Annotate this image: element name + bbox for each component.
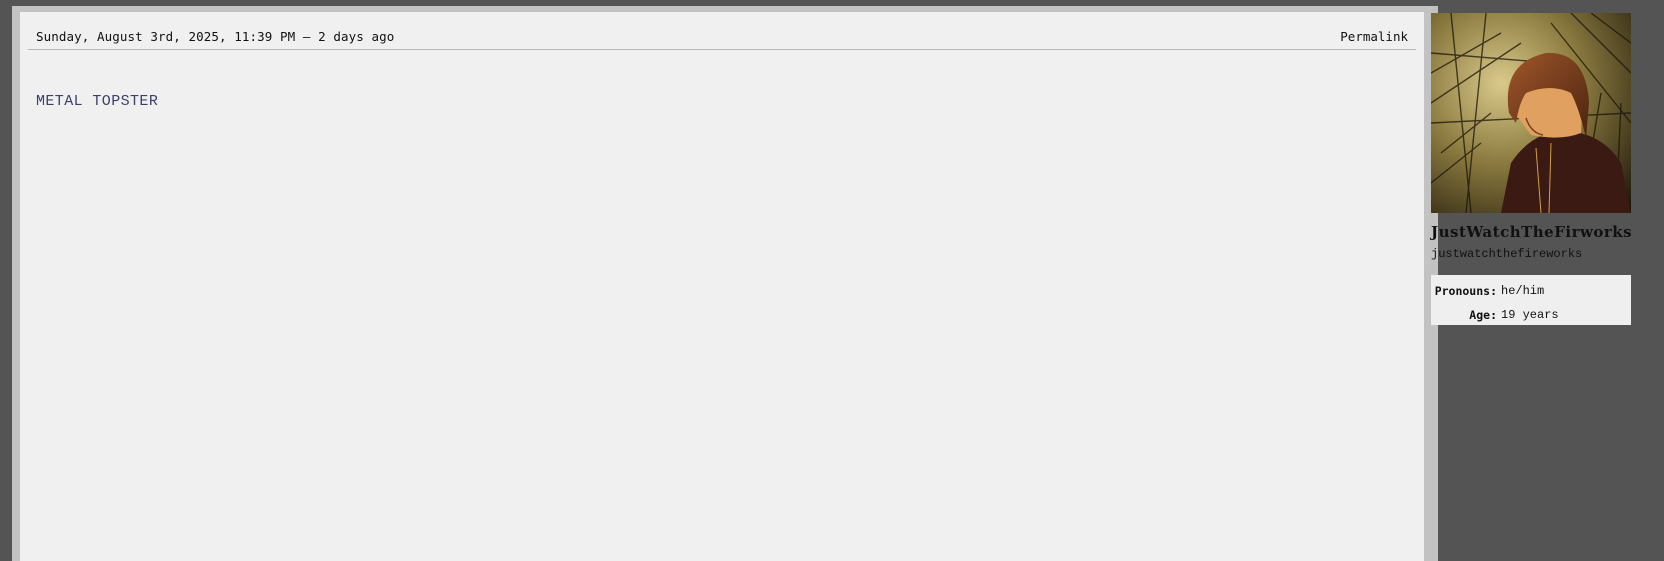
pronouns-value: he/him xyxy=(1501,284,1545,298)
avatar-image xyxy=(1431,13,1631,213)
info-row-age: Age: 19 years xyxy=(1431,303,1631,327)
age-label: Age: xyxy=(1469,308,1497,322)
profile-info-box: Pronouns: he/him Age: 19 years xyxy=(1431,275,1631,325)
post-body-text: METAL TOPSTER xyxy=(36,93,159,110)
username: justwatchthefireworks xyxy=(1431,247,1583,261)
pronouns-label: Pronouns: xyxy=(1434,284,1497,298)
permalink-link[interactable]: Permalink xyxy=(1340,29,1408,44)
post-card: Sunday, August 3rd, 2025, 11:39 PM — 2 d… xyxy=(20,12,1424,561)
profile-sidebar: JustWatchTheFirworks justwatchthefirewor… xyxy=(1431,13,1632,325)
display-name[interactable]: JustWatchTheFirworks xyxy=(1431,223,1632,241)
info-row-pronouns: Pronouns: he/him xyxy=(1431,279,1631,303)
post-timestamp: Sunday, August 3rd, 2025, 11:39 PM — 2 d… xyxy=(36,29,395,44)
avatar[interactable] xyxy=(1431,13,1631,213)
age-value: 19 years xyxy=(1501,308,1559,322)
post-header: Sunday, August 3rd, 2025, 11:39 PM — 2 d… xyxy=(28,12,1416,50)
